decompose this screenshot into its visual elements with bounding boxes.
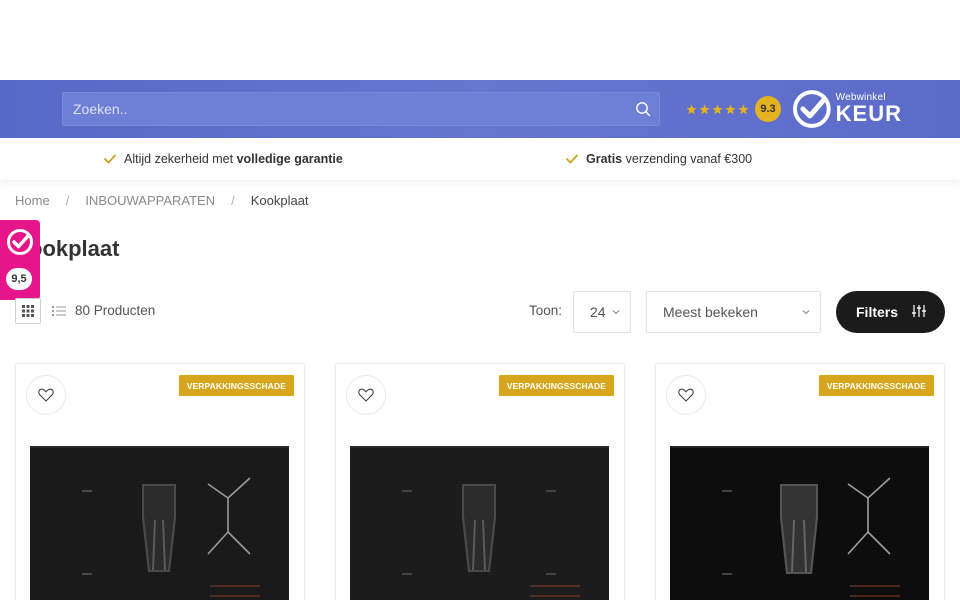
webwinkelkeur-logo[interactable]: Webwinkel KEUR <box>792 88 902 130</box>
star-icon <box>712 104 723 114</box>
star-icon <box>738 104 749 114</box>
usp-bar: Altijd zekerheid met volledige garantie … <box>0 138 960 180</box>
product-image[interactable] <box>670 446 929 600</box>
top-header <box>0 0 960 80</box>
list-view-icon[interactable] <box>50 302 68 320</box>
shop-rating[interactable]: 9.3 <box>686 96 781 122</box>
sort-value: Meest bekeken <box>663 304 758 320</box>
rating-stars <box>686 104 749 115</box>
damage-tag: VERPAKKINGSSCHADE <box>818 375 934 396</box>
page-title: ookplaat <box>29 236 120 261</box>
usp-shipping: Gratis verzending vanaf €300 <box>566 138 752 180</box>
webwinkelkeur-check-icon <box>7 229 33 255</box>
star-icon <box>699 104 710 114</box>
rating-score-badge: 9.3 <box>755 96 781 122</box>
breadcrumb-separator: / <box>65 192 70 208</box>
star-icon <box>725 104 736 114</box>
check-icon <box>104 154 116 164</box>
breadcrumb-home[interactable]: Home <box>15 193 50 208</box>
usp-guarantee: Altijd zekerheid met volledige garantie <box>104 138 343 180</box>
product-card[interactable]: VERPAKKINGSSCHADE <box>335 363 625 600</box>
per-page-label: Toon: <box>529 303 563 318</box>
wishlist-button[interactable] <box>26 375 66 415</box>
usp-shipping-text: verzending vanaf €300 <box>622 152 753 166</box>
cooktop-image <box>670 446 929 600</box>
product-card[interactable]: VERPAKKINGSSCHADE <box>15 363 305 600</box>
cooktop-image <box>30 446 289 600</box>
product-count: 80 Producten <box>75 303 156 318</box>
keurmerk-big-text: KEUR <box>835 101 902 126</box>
grid-view-toggle[interactable] <box>15 298 41 324</box>
breadcrumb-separator: / <box>231 192 235 208</box>
search-icon <box>636 102 651 117</box>
filters-button[interactable]: Filters <box>836 291 945 333</box>
product-image[interactable] <box>30 446 289 600</box>
sliders-icon <box>912 305 926 317</box>
usp-shipping-bold: Gratis <box>586 152 623 166</box>
wishlist-button[interactable] <box>666 375 706 415</box>
check-icon <box>566 154 578 164</box>
side-badge-score: 9,5 <box>6 268 32 290</box>
damage-tag: VERPAKKINGSSCHADE <box>178 375 294 396</box>
chevron-down-icon <box>802 310 810 315</box>
filters-label: Filters <box>856 304 899 320</box>
search-input[interactable] <box>62 92 660 126</box>
heart-icon <box>678 388 694 402</box>
breadcrumb-current: Kookplaat <box>250 192 309 208</box>
damage-tag: VERPAKKINGSSCHADE <box>498 375 614 396</box>
usp-guarantee-bold: volledige garantie <box>236 152 343 166</box>
star-icon <box>686 104 697 114</box>
product-image[interactable] <box>350 446 609 600</box>
chevron-down-icon <box>612 310 620 315</box>
wishlist-button[interactable] <box>346 375 386 415</box>
grid-icon <box>22 305 34 317</box>
usp-guarantee-text: Altijd zekerheid met <box>124 152 237 166</box>
per-page-select[interactable]: 24 <box>573 291 631 333</box>
per-page-value: 24 <box>590 304 606 320</box>
sort-select[interactable]: Meest bekeken <box>646 291 821 333</box>
breadcrumb: Home / INBOUWAPPARATEN / Kookplaat <box>15 190 309 210</box>
webwinkelkeur-check-icon <box>792 90 831 128</box>
cooktop-image <box>350 446 609 600</box>
product-card[interactable]: VERPAKKINGSSCHADE <box>655 363 945 600</box>
search-button[interactable] <box>628 94 658 124</box>
heart-icon <box>38 388 54 402</box>
breadcrumb-category[interactable]: INBOUWAPPARATEN <box>85 193 215 208</box>
heart-icon <box>358 388 374 402</box>
